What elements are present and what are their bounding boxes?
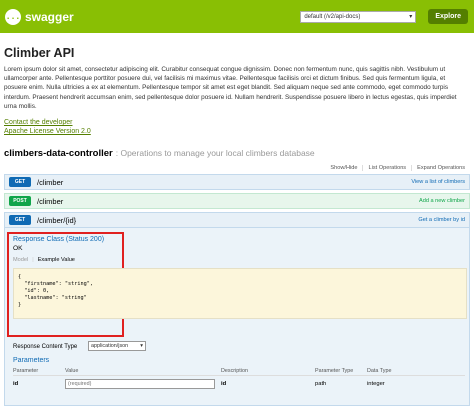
spec-select[interactable]: default (/v2/api-docs) ▾ — [300, 10, 417, 23]
param-type: path — [315, 381, 327, 388]
response-class-title: Response Class (Status 200) — [13, 236, 105, 244]
param-header-data-type: Data Type — [367, 368, 392, 375]
operation-summary[interactable]: Get a climber by id — [418, 217, 465, 223]
controller-heading: climbers-data-controller : Operations to… — [4, 148, 470, 159]
param-header-value: Value — [65, 368, 79, 375]
operation-summary[interactable]: View a list of climbers — [411, 179, 465, 185]
example-value-code[interactable]: { "firstname": "string", "id": 0, "lastn… — [13, 268, 467, 320]
operation-summary[interactable]: Add a new climber — [419, 198, 465, 204]
param-name: id — [13, 381, 19, 388]
tab-example-value[interactable]: Example Value — [38, 257, 75, 263]
param-header-description: Description — [221, 368, 248, 375]
api-links: Contact the developer Apache License Ver… — [4, 118, 470, 136]
explore-button[interactable]: Explore — [428, 9, 468, 24]
response-content-type-label: Response Content Type — [13, 344, 78, 351]
param-description: id — [221, 381, 227, 388]
operation-path[interactable]: /climber/{id} — [37, 216, 76, 225]
response-content-type-select[interactable]: application/json ▾ — [88, 341, 146, 352]
response-status-text: OK — [13, 245, 23, 253]
api-title: Climber API — [4, 46, 75, 60]
operation-post-climber[interactable]: POST /climber Add a new climber — [4, 193, 470, 210]
response-content-type-value: application/json — [91, 343, 129, 350]
controller-description: : Operations to manage your local climbe… — [115, 148, 315, 159]
license-link[interactable]: Apache License Version 2.0 — [4, 127, 470, 136]
expand-operations-link[interactable]: Expand Operations — [411, 165, 470, 172]
operation-get-climber[interactable]: GET /climber View a list of climbers — [4, 174, 470, 191]
swagger-logo-icon: {...} — [1, 8, 25, 25]
method-badge[interactable]: POST — [9, 196, 31, 207]
spec-select-value: default (/v2/api-docs) — [304, 13, 361, 20]
show-hide-link[interactable]: Show/Hide — [325, 165, 362, 171]
method-badge[interactable]: GET — [9, 177, 31, 188]
operation-path[interactable]: /climber — [37, 178, 63, 187]
chevron-down-icon: ▾ — [140, 343, 143, 350]
contact-link[interactable]: Contact the developer — [4, 118, 470, 127]
response-tabs: Model | Example Value — [13, 257, 75, 263]
param-header-type: Parameter Type — [315, 368, 354, 375]
controller-name[interactable]: climbers-data-controller — [4, 148, 113, 159]
main-content: Climber API Lorem ipsum dolor sit amet, … — [0, 46, 474, 407]
top-bar: {...} swagger default (/v2/api-docs) ▾ E… — [0, 0, 474, 33]
api-description: Lorem ipsum dolor sit amet, consectetur … — [4, 66, 457, 110]
controller-operations-links: Show/Hide List Operations Expand Operati… — [4, 165, 470, 172]
list-operations-link[interactable]: List Operations — [362, 165, 411, 172]
operation-get-climber-by-id[interactable]: GET /climber/{id} Get a climber by id — [4, 212, 470, 229]
param-id-input[interactable] — [65, 379, 215, 390]
method-badge[interactable]: GET — [9, 215, 31, 226]
tab-separator: | — [32, 257, 34, 264]
param-header-parameter: Parameter — [13, 368, 39, 375]
chevron-down-icon: ▾ — [409, 14, 413, 20]
swagger-logo[interactable]: {...} swagger — [1, 8, 74, 25]
logo-text: swagger — [25, 9, 74, 24]
parameter-row: id id path integer — [13, 379, 465, 393]
parameters-header-row: Parameter Value Description Parameter Ty… — [13, 368, 465, 377]
param-data-type: integer — [367, 381, 385, 388]
operation-path[interactable]: /climber — [37, 197, 63, 206]
parameters-title: Parameters — [13, 357, 50, 365]
tab-model[interactable]: Model — [13, 257, 28, 263]
operation-details-panel: Response Class (Status 200) OK Model | E… — [4, 228, 470, 407]
